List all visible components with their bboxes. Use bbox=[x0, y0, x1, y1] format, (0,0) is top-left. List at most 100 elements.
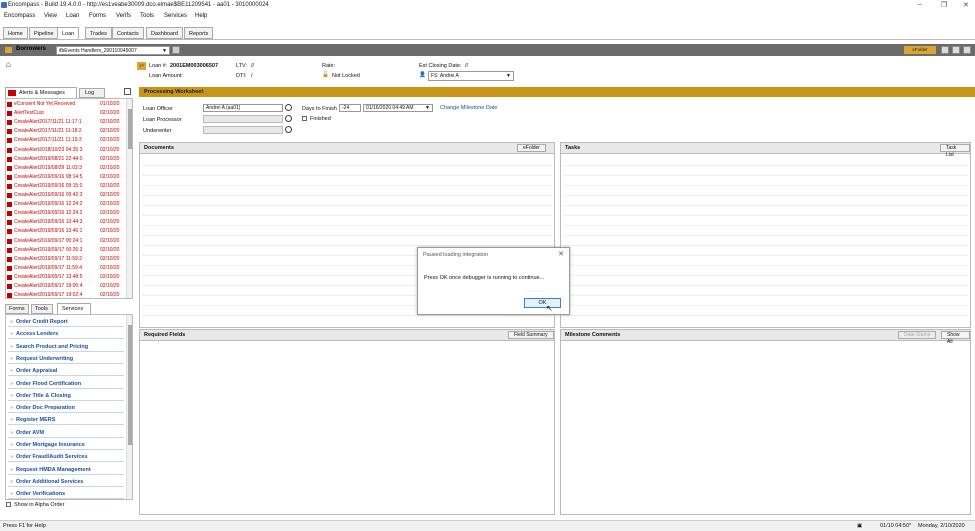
service-item[interactable]: Access Lenders bbox=[8, 329, 124, 340]
alert-row[interactable]: CreateAlert2017/11/21 11:17:1 02/10/20 bbox=[7, 118, 129, 127]
fs-select[interactable]: FS: Andrei A ▼ bbox=[428, 71, 514, 81]
menu-loan[interactable]: Loan bbox=[66, 13, 79, 19]
save-icon[interactable] bbox=[941, 46, 949, 54]
milestone-date-field[interactable]: 01/16/2020 04:49 AM ▼ bbox=[363, 104, 433, 112]
tab-home[interactable]: Home bbox=[3, 27, 28, 39]
close-icon[interactable]: ✕ bbox=[558, 250, 564, 258]
search-icon[interactable] bbox=[285, 126, 292, 133]
borrower-select[interactable]: ifbEvents Handlers_200110045007 ▼ bbox=[56, 46, 170, 55]
alert-row[interactable]: CreateAlert2017/11/21 11:19:3 02/10/20 bbox=[7, 136, 129, 145]
menu-help[interactable]: Help bbox=[195, 13, 207, 19]
alert-row[interactable]: CreateAlert2019/09/17 11:59:4 02/10/20 bbox=[7, 264, 129, 273]
alert-row[interactable]: CreateAlert2019/09/17 00:24:1 02/10/20 bbox=[7, 237, 129, 246]
search-icon[interactable] bbox=[285, 115, 292, 122]
borrower-edit-icon[interactable] bbox=[172, 46, 180, 54]
date-stamp-button[interactable]: Date Stamp bbox=[898, 331, 937, 339]
service-item[interactable]: Order AVM bbox=[8, 427, 124, 438]
service-item[interactable]: Search Product and Pricing bbox=[8, 341, 124, 352]
service-item[interactable]: Request HMDA Management bbox=[8, 464, 124, 475]
show-all-button[interactable]: Show All bbox=[941, 331, 970, 345]
chevron-down-icon: ▼ bbox=[162, 48, 167, 54]
tab-pipeline[interactable]: Pipeline bbox=[29, 27, 59, 39]
alert-row[interactable]: CreateAlert2019/09/16 09:15:0 02/10/20 bbox=[7, 182, 129, 191]
change-milestone-link[interactable]: Change Milestone Date bbox=[440, 105, 497, 111]
loan-processor-label: Loan Processor bbox=[143, 117, 182, 123]
loan-processor-field[interactable] bbox=[203, 115, 283, 123]
alert-row[interactable]: CreateAlert2019/08/29 11:02:3 02/10/20 bbox=[7, 164, 129, 173]
service-item[interactable]: Order Fraud/Audit Services bbox=[8, 452, 124, 463]
tab-dashboard[interactable]: Dashboard bbox=[146, 27, 183, 39]
service-item[interactable]: Order Title & Closing bbox=[8, 390, 124, 401]
menu-view[interactable]: View bbox=[44, 13, 57, 19]
ok-button[interactable]: OK bbox=[524, 298, 561, 308]
minimize-icon[interactable]: – bbox=[918, 1, 922, 8]
loan-officer-field[interactable]: Andrei A (aa01) bbox=[203, 104, 283, 112]
service-item[interactable]: Order Flood Certification bbox=[8, 378, 124, 389]
task-list-button[interactable]: Task List bbox=[940, 144, 970, 158]
export-icon[interactable] bbox=[124, 88, 131, 95]
service-item[interactable]: Order Mortgage Insurance bbox=[8, 440, 124, 450]
service-item[interactable]: Order Additional Services bbox=[8, 476, 124, 487]
close-icon[interactable]: ✕ bbox=[963, 1, 969, 9]
alert-row[interactable]: AlertTestCust 02/10/20 bbox=[7, 109, 129, 118]
tab-alerts[interactable]: Alerts & Messages bbox=[5, 87, 77, 98]
alert-row[interactable]: CreateAlert2019/09/16 08:14:5 02/10/20 bbox=[7, 173, 129, 182]
alert-row[interactable]: CreateAlert2018/10/23 04:35:3 02/10/20 bbox=[7, 146, 129, 155]
menu-verifs[interactable]: Verifs bbox=[116, 13, 131, 19]
alert-row[interactable]: CreateAlert2019/09/17 11:59:2 02/10/20 bbox=[7, 255, 129, 264]
days-to-finish-field[interactable]: -24 bbox=[339, 104, 361, 112]
alert-row[interactable]: CreateAlert2019/09/17 13:48:5 02/10/20 bbox=[7, 273, 129, 282]
menu-encompass[interactable]: Encompass bbox=[4, 13, 35, 19]
alert-row[interactable]: eConsent Not Yet Received 01/10/20 bbox=[7, 100, 129, 109]
service-item[interactable]: Register MERS bbox=[8, 415, 124, 426]
finished-checkbox[interactable]: Finished bbox=[302, 116, 331, 122]
alert-date: 02/10/20 bbox=[100, 292, 120, 299]
restore-icon[interactable]: ❐ bbox=[941, 1, 947, 9]
scroll-thumb[interactable] bbox=[128, 325, 132, 445]
borrowers-label: Borrowers bbox=[16, 46, 47, 52]
print-icon[interactable] bbox=[952, 46, 960, 54]
alpha-order-checkbox[interactable]: Show in Alpha Order bbox=[6, 502, 132, 510]
tab-reports[interactable]: Reports bbox=[184, 27, 214, 39]
service-item[interactable]: Order Credit Report bbox=[8, 317, 124, 327]
efolder-button[interactable]: eFolder bbox=[904, 46, 936, 54]
tab-tools[interactable]: Tools bbox=[31, 304, 53, 314]
alert-row[interactable]: CreateAlert2019/09/17 19:00:4 02/10/20 bbox=[7, 282, 129, 291]
home-icon[interactable]: ⌂ bbox=[6, 60, 11, 69]
alert-icon bbox=[7, 193, 12, 198]
est-closing-label: Est Closing Date: bbox=[419, 63, 462, 69]
menu-tools[interactable]: Tools bbox=[140, 13, 154, 19]
alert-name: CreateAlert2019/09/16 09:42:3 bbox=[14, 192, 83, 198]
alert-row[interactable]: CreateAlert2019/09/16 09:42:3 02/10/20 bbox=[7, 191, 129, 200]
alert-row[interactable]: CreateAlert2019/09/16 12:24:2 02/10/20 bbox=[7, 209, 129, 218]
efolder-panel-button[interactable]: eFolder bbox=[517, 144, 546, 152]
alert-row[interactable]: CreateAlert2019/09/16 12:24:2 02/10/20 bbox=[7, 200, 129, 209]
alert-row[interactable]: CreateAlert2019/08/21 22:44:0 02/10/20 bbox=[7, 155, 129, 164]
scroll-thumb[interactable] bbox=[128, 109, 132, 149]
alert-row[interactable]: CreateAlert2019/09/17 19:02:4 02/10/20 bbox=[7, 291, 129, 299]
services-scrollbar[interactable] bbox=[126, 315, 132, 499]
menu-services[interactable]: Services bbox=[164, 13, 187, 19]
grid-line bbox=[563, 295, 968, 296]
underwriter-field[interactable] bbox=[203, 126, 283, 134]
menu-forms[interactable]: Forms bbox=[89, 13, 106, 19]
tab-trades[interactable]: Trades bbox=[85, 27, 112, 39]
tab-loan[interactable]: Loan bbox=[57, 27, 80, 39]
service-item[interactable]: Order Appraisal bbox=[8, 366, 124, 377]
search-icon[interactable] bbox=[285, 104, 292, 111]
tab-services[interactable]: Services bbox=[57, 303, 91, 314]
service-item[interactable]: Order Doc Preparation bbox=[8, 403, 124, 414]
close-loan-icon[interactable] bbox=[963, 46, 971, 54]
tab-log[interactable]: Log bbox=[79, 88, 105, 98]
tab-forms[interactable]: Forms bbox=[5, 304, 29, 314]
alert-row[interactable]: CreateAlert2017/11/21 11:18:2 02/10/20 bbox=[7, 127, 129, 136]
alert-row[interactable]: CreateAlert2019/09/16 13:44:3 02/10/20 bbox=[7, 218, 129, 227]
alerts-scrollbar[interactable] bbox=[126, 99, 132, 298]
alert-row[interactable]: CreateAlert2019/09/16 13:46:1 02/10/20 bbox=[7, 227, 129, 236]
service-item[interactable]: Request Underwriting bbox=[8, 353, 124, 364]
alert-row[interactable]: CreateAlert2019/09/17 00:26:3 02/10/20 bbox=[7, 246, 129, 255]
tab-contacts[interactable]: Contacts bbox=[112, 27, 144, 39]
field-summary-button[interactable]: Field Summary bbox=[508, 331, 554, 339]
service-item[interactable]: Order Verifications bbox=[8, 489, 124, 499]
grid-line bbox=[563, 215, 968, 216]
